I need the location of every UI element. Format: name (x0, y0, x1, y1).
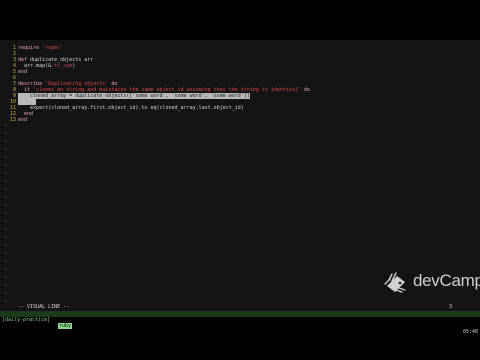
empty-line-marker: ~ (4, 123, 8, 129)
empty-line-marker: ~ (4, 235, 8, 241)
empty-line-marker: ~ (4, 155, 8, 161)
empty-line-marker: ~ (4, 139, 8, 145)
empty-line-marker: ~ (4, 147, 8, 153)
devcamp-wordmark: devCamp (413, 271, 480, 290)
empty-line-marker: ~ (4, 251, 8, 257)
session-name: [daily-practice] (2, 317, 54, 323)
line-number: 13 (9, 117, 16, 123)
tmux-status-bar: [daily-practice] ruby 05:48 (0, 311, 480, 335)
mode-indicator: -- VISUAL LINE -- (18, 304, 70, 310)
empty-line-marker: ~ (4, 163, 8, 169)
screen: 1 require 'rspec' 2 3 def duplicate_objects … (0, 0, 480, 360)
devcamp-rocket-icon (384, 272, 406, 293)
empty-line-marker: ~ (4, 187, 8, 193)
empty-line-marker: ~ (4, 275, 8, 281)
vim-editor[interactable]: 1 require 'rspec' 2 3 def duplicate_objects … (0, 40, 480, 304)
vim-statusline: -- VISUAL LINE -- 3 (0, 304, 480, 311)
empty-line-marker: ~ (4, 171, 8, 177)
empty-line-marker: ~ (4, 291, 8, 297)
empty-line-marker: ~ (4, 211, 8, 217)
devcamp-logo: devCamp (383, 270, 480, 296)
selection-count: 3 (449, 304, 453, 310)
empty-line-marker: ~ (4, 267, 8, 273)
empty-line-marker: ~ (4, 195, 8, 201)
code-token: end (18, 117, 28, 123)
empty-line-marker: ~ (4, 243, 8, 249)
empty-line-marker: ~ (4, 227, 8, 233)
window-tab[interactable]: ruby (58, 323, 73, 329)
clock: 05:48 (463, 329, 479, 335)
empty-line-marker: ~ (4, 219, 8, 225)
empty-line-marker: ~ (4, 283, 8, 289)
empty-line-marker: ~ (4, 203, 8, 209)
code-line[interactable]: 13 end (0, 117, 480, 123)
code-text: end (18, 117, 27, 123)
empty-line-marker: ~ (4, 259, 8, 265)
empty-line-marker: ~ (4, 131, 8, 137)
empty-line-marker: ~ (4, 179, 8, 185)
